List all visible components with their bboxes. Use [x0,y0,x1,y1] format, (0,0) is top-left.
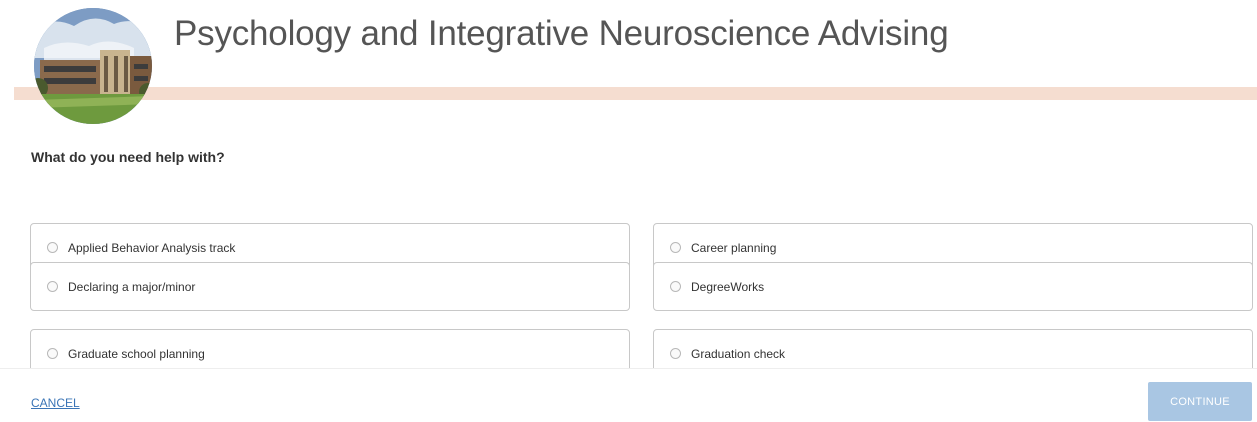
radio-circle-icon[interactable] [670,241,681,253]
radio-circle-icon[interactable] [47,347,58,359]
option-label: Career planning [691,240,777,255]
option-label: DegreeWorks [691,279,765,294]
option-label: Graduation check [691,346,786,361]
radio-circle-icon[interactable] [670,347,681,359]
options-list: Applied Behavior Analysis track Career p… [0,180,1257,368]
option-degreeworks[interactable]: DegreeWorks [653,262,1253,311]
option-graduate-school-planning[interactable]: Graduate school planning [30,329,630,368]
option-label: Graduate school planning [68,346,205,361]
advising-page: Psychology and Integrative Neuroscience … [0,0,1257,422]
header-band [14,87,1257,100]
help-question-label: What do you need help with? [31,149,225,165]
continue-button[interactable]: CONTINUE [1148,382,1252,421]
option-graduation-check[interactable]: Graduation check [653,329,1253,368]
radio-circle-icon[interactable] [47,280,58,292]
radio-circle-icon[interactable] [47,241,58,253]
footer-bar: CANCEL CONTINUE [0,368,1257,422]
cancel-link[interactable]: CANCEL [31,396,80,410]
page-title: Psychology and Integrative Neuroscience … [174,14,949,53]
radio-circle-icon[interactable] [670,280,681,292]
option-declaring-major-minor[interactable]: Declaring a major/minor [30,262,630,311]
option-label: Applied Behavior Analysis track [68,240,236,255]
building-photo-icon [34,8,152,124]
option-label: Declaring a major/minor [68,279,196,294]
